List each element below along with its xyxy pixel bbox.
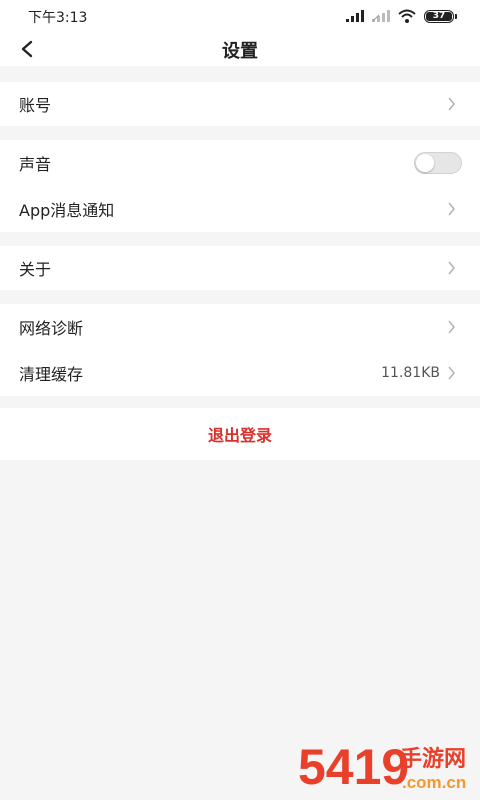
settings-row-account[interactable]: 账号: [0, 82, 480, 126]
status-time: 下午3:13: [28, 10, 88, 26]
status-bar: 下午3:13 37: [0, 0, 480, 32]
chevron-right-icon: [446, 96, 456, 112]
watermark-logo: 5419 手游网 .com.cn: [298, 739, 466, 795]
battery-level: 37: [426, 11, 452, 21]
signal-icon: [346, 10, 364, 22]
section-account: 账号: [0, 82, 480, 126]
page-title: 设置: [222, 41, 258, 62]
battery-icon: 37: [424, 9, 457, 23]
nav-bar: 设置: [0, 32, 480, 66]
chevron-right-icon: [446, 260, 456, 276]
chevron-right-icon: [446, 365, 456, 381]
watermark-number: 5419: [298, 739, 409, 795]
cache-size-value: 11.81KB: [381, 365, 440, 381]
row-label-sound: 声音: [19, 155, 52, 174]
settings-row-app-notify[interactable]: App消息通知: [0, 186, 480, 232]
watermark-domain: .com.cn: [402, 773, 466, 792]
row-label-network: 网络诊断: [19, 319, 84, 338]
settings-row-sound: 声音: [0, 140, 480, 186]
sound-toggle[interactable]: [414, 152, 462, 174]
row-label-app-notify: App消息通知: [19, 201, 115, 220]
section-sound-notify: 声音 App消息通知: [0, 140, 480, 232]
section-logout: 退出登录: [0, 408, 480, 460]
row-label-about: 关于: [19, 260, 52, 279]
wifi-icon: [398, 9, 416, 23]
settings-row-network[interactable]: 网络诊断: [0, 304, 480, 350]
settings-row-cache[interactable]: 清理缓存 11.81KB: [0, 350, 480, 396]
watermark-cn-text: 手游网: [400, 746, 466, 772]
section-about: 关于: [0, 246, 480, 290]
row-label-account: 账号: [19, 96, 52, 115]
status-icons: 37: [346, 8, 457, 24]
row-label-cache: 清理缓存: [19, 365, 84, 384]
section-network-cache: 网络诊断 清理缓存 11.81KB: [0, 304, 480, 396]
logout-label: 退出登录: [207, 426, 272, 445]
settings-row-about[interactable]: 关于: [0, 246, 480, 290]
toggle-knob: [416, 154, 434, 172]
chevron-right-icon: [446, 201, 456, 217]
signal-weak-icon: [372, 10, 390, 22]
logout-button[interactable]: 退出登录: [0, 408, 480, 460]
chevron-right-icon: [446, 319, 456, 335]
